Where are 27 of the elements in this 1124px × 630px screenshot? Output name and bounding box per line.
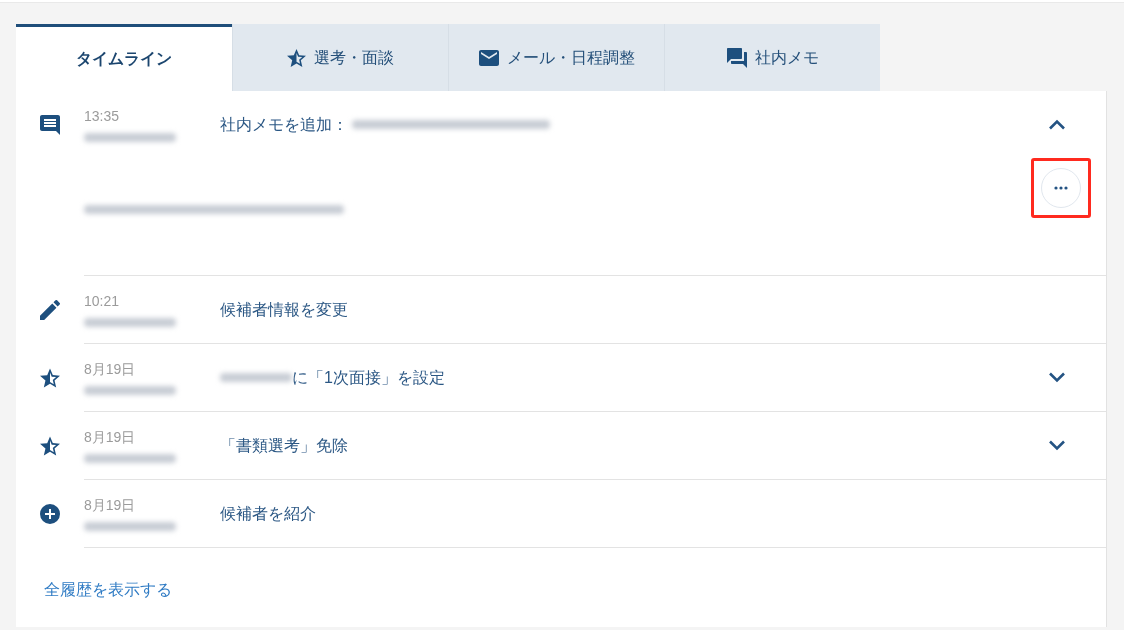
tab[interactable]: タイムライン bbox=[16, 24, 232, 91]
chevron-up-icon[interactable] bbox=[1048, 119, 1066, 130]
entry-time: 8月19日 bbox=[84, 428, 137, 446]
comment-icon bbox=[40, 114, 60, 135]
entry-action: 社内メモを追加： bbox=[220, 114, 348, 135]
entry-time: 10:21 bbox=[84, 292, 121, 310]
more-icon bbox=[1054, 186, 1068, 190]
entry-action: 候補者を紹介 bbox=[220, 503, 316, 524]
half-star-icon bbox=[40, 435, 60, 456]
blurred-text bbox=[220, 373, 292, 382]
tab[interactable]: 選考・面談 bbox=[232, 24, 448, 91]
tab[interactable]: メール・日程調整 bbox=[448, 24, 664, 91]
entry-action: 候補者情報を変更 bbox=[220, 299, 348, 320]
show-all-history-link[interactable]: 全履歴を表示する bbox=[44, 581, 172, 598]
tab[interactable]: 社内メモ bbox=[664, 24, 880, 91]
chevron-down-icon[interactable] bbox=[1048, 440, 1066, 451]
envelope-icon bbox=[478, 49, 499, 66]
half-star-icon bbox=[287, 48, 306, 67]
entry-action: 「書類選考」免除 bbox=[220, 435, 348, 456]
half-star-icon bbox=[40, 367, 60, 388]
pencil-icon bbox=[40, 299, 60, 320]
entry-action: に「1次面接」を設定 bbox=[292, 367, 445, 388]
entry-time: 8月19日 bbox=[84, 360, 137, 378]
entry-time: 13:35 bbox=[84, 107, 121, 125]
chat-bubbles-icon bbox=[726, 47, 747, 68]
chevron-down-icon[interactable] bbox=[1048, 372, 1066, 383]
entry-time: 8月19日 bbox=[84, 496, 137, 514]
